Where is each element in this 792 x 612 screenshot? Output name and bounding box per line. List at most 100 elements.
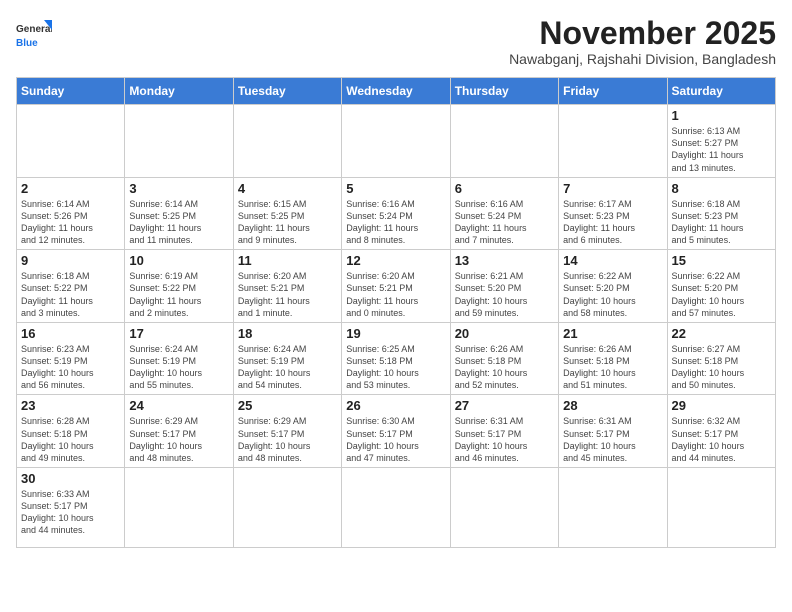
calendar-cell: 4 Sunrise: 6:15 AM Sunset: 5:25 PM Daylig… xyxy=(233,177,341,250)
calendar-cell: 11Sunrise: 6:20 AM Sunset: 5:21 PM Dayli… xyxy=(233,250,341,323)
day-info: Sunrise: 6:21 AM Sunset: 5:20 PM Dayligh… xyxy=(455,270,554,319)
calendar-cell: 18 Sunrise: 6:24 AM Sunset: 5:19 PM Dayli… xyxy=(233,322,341,395)
day-info: Sunrise: 6:23 AM Sunset: 5:19 PM Dayligh… xyxy=(21,343,120,392)
calendar-cell: 2 Sunrise: 6:14 AM Sunset: 5:26 PM Daylig… xyxy=(17,177,125,250)
calendar-cell xyxy=(125,105,233,178)
calendar-cell: 13Sunrise: 6:21 AM Sunset: 5:20 PM Dayli… xyxy=(450,250,558,323)
calendar-cell: 23 Sunrise: 6:28 AM Sunset: 5:18 PM Dayli… xyxy=(17,395,125,468)
weekday-header-thursday: Thursday xyxy=(450,78,558,105)
calendar-cell xyxy=(17,105,125,178)
calendar-row: 16Sunrise: 6:23 AM Sunset: 5:19 PM Dayli… xyxy=(17,322,776,395)
day-info: Sunrise: 6:14 AM Sunset: 5:26 PM Dayligh… xyxy=(21,198,120,247)
day-info: Sunrise: 6:30 AM Sunset: 5:17 PM Dayligh… xyxy=(346,415,445,464)
day-info: Sunrise: 6:15 AM Sunset: 5:25 PM Dayligh… xyxy=(238,198,337,247)
calendar-cell: 1 Sunrise: 6:13 AM Sunset: 5:27 PM Daylig… xyxy=(667,105,775,178)
day-number: 28 xyxy=(563,398,662,413)
day-number: 18 xyxy=(238,326,337,341)
day-number: 9 xyxy=(21,253,120,268)
day-info: Sunrise: 6:32 AM Sunset: 5:17 PM Dayligh… xyxy=(672,415,771,464)
svg-text:Blue: Blue xyxy=(16,38,38,49)
day-number: 6 xyxy=(455,181,554,196)
day-info: Sunrise: 6:26 AM Sunset: 5:18 PM Dayligh… xyxy=(563,343,662,392)
day-number: 20 xyxy=(455,326,554,341)
calendar-cell: 22 Sunrise: 6:27 AM Sunset: 5:18 PM Dayli… xyxy=(667,322,775,395)
day-number: 30 xyxy=(21,471,120,486)
calendar-cell: 28 Sunrise: 6:31 AM Sunset: 5:17 PM Dayli… xyxy=(559,395,667,468)
day-number: 14 xyxy=(563,253,662,268)
calendar-cell: 26 Sunrise: 6:30 AM Sunset: 5:17 PM Dayli… xyxy=(342,395,450,468)
day-info: Sunrise: 6:24 AM Sunset: 5:19 PM Dayligh… xyxy=(129,343,228,392)
calendar-cell: 5 Sunrise: 6:16 AM Sunset: 5:24 PM Daylig… xyxy=(342,177,450,250)
location-subtitle: Nawabganj, Rajshahi Division, Bangladesh xyxy=(509,51,776,67)
calendar-cell: 15Sunrise: 6:22 AM Sunset: 5:20 PM Dayli… xyxy=(667,250,775,323)
day-info: Sunrise: 6:19 AM Sunset: 5:22 PM Dayligh… xyxy=(129,270,228,319)
calendar-cell: 3Sunrise: 6:14 AM Sunset: 5:25 PM Daylig… xyxy=(125,177,233,250)
day-info: Sunrise: 6:18 AM Sunset: 5:23 PM Dayligh… xyxy=(672,198,771,247)
day-number: 23 xyxy=(21,398,120,413)
day-info: Sunrise: 6:27 AM Sunset: 5:18 PM Dayligh… xyxy=(672,343,771,392)
calendar-row: 30Sunrise: 6:33 AM Sunset: 5:17 PM Dayli… xyxy=(17,468,776,548)
day-number: 29 xyxy=(672,398,771,413)
logo-container: General Blue xyxy=(16,16,52,52)
day-number: 12 xyxy=(346,253,445,268)
day-info: Sunrise: 6:16 AM Sunset: 5:24 PM Dayligh… xyxy=(346,198,445,247)
day-info: Sunrise: 6:22 AM Sunset: 5:20 PM Dayligh… xyxy=(672,270,771,319)
calendar-cell: 30Sunrise: 6:33 AM Sunset: 5:17 PM Dayli… xyxy=(17,468,125,548)
day-number: 27 xyxy=(455,398,554,413)
day-number: 4 xyxy=(238,181,337,196)
calendar-cell: 29 Sunrise: 6:32 AM Sunset: 5:17 PM Dayli… xyxy=(667,395,775,468)
day-info: Sunrise: 6:24 AM Sunset: 5:19 PM Dayligh… xyxy=(238,343,337,392)
calendar-cell: 20 Sunrise: 6:26 AM Sunset: 5:18 PM Dayli… xyxy=(450,322,558,395)
calendar-cell xyxy=(233,468,341,548)
day-info: Sunrise: 6:29 AM Sunset: 5:17 PM Dayligh… xyxy=(129,415,228,464)
day-number: 10 xyxy=(129,253,228,268)
day-info: Sunrise: 6:29 AM Sunset: 5:17 PM Dayligh… xyxy=(238,415,337,464)
calendar-row: 23 Sunrise: 6:28 AM Sunset: 5:18 PM Dayli… xyxy=(17,395,776,468)
day-number: 5 xyxy=(346,181,445,196)
calendar-cell: 14Sunrise: 6:22 AM Sunset: 5:20 PM Dayli… xyxy=(559,250,667,323)
calendar-cell: 17Sunrise: 6:24 AM Sunset: 5:19 PM Dayli… xyxy=(125,322,233,395)
calendar-cell: 25Sunrise: 6:29 AM Sunset: 5:17 PM Dayli… xyxy=(233,395,341,468)
day-number: 22 xyxy=(672,326,771,341)
calendar-cell xyxy=(125,468,233,548)
header: General Blue November 2025 Nawabganj, Ra… xyxy=(16,16,776,67)
day-info: Sunrise: 6:28 AM Sunset: 5:18 PM Dayligh… xyxy=(21,415,120,464)
day-info: Sunrise: 6:31 AM Sunset: 5:17 PM Dayligh… xyxy=(563,415,662,464)
calendar-row: 9Sunrise: 6:18 AM Sunset: 5:22 PM Daylig… xyxy=(17,250,776,323)
calendar-row: 1 Sunrise: 6:13 AM Sunset: 5:27 PM Daylig… xyxy=(17,105,776,178)
calendar-cell: 21 Sunrise: 6:26 AM Sunset: 5:18 PM Dayli… xyxy=(559,322,667,395)
calendar-cell xyxy=(233,105,341,178)
calendar-cell: 12 Sunrise: 6:20 AM Sunset: 5:21 PM Dayli… xyxy=(342,250,450,323)
calendar-cell: 24 Sunrise: 6:29 AM Sunset: 5:17 PM Dayli… xyxy=(125,395,233,468)
day-info: Sunrise: 6:17 AM Sunset: 5:23 PM Dayligh… xyxy=(563,198,662,247)
calendar-cell: 7 Sunrise: 6:17 AM Sunset: 5:23 PM Daylig… xyxy=(559,177,667,250)
day-number: 1 xyxy=(672,108,771,123)
day-info: Sunrise: 6:20 AM Sunset: 5:21 PM Dayligh… xyxy=(238,270,337,319)
day-number: 21 xyxy=(563,326,662,341)
day-info: Sunrise: 6:20 AM Sunset: 5:21 PM Dayligh… xyxy=(346,270,445,319)
day-info: Sunrise: 6:25 AM Sunset: 5:18 PM Dayligh… xyxy=(346,343,445,392)
month-title: November 2025 xyxy=(509,16,776,51)
calendar-cell xyxy=(342,468,450,548)
calendar-cell xyxy=(450,468,558,548)
calendar-cell: 27 Sunrise: 6:31 AM Sunset: 5:17 PM Dayli… xyxy=(450,395,558,468)
day-info: Sunrise: 6:26 AM Sunset: 5:18 PM Dayligh… xyxy=(455,343,554,392)
day-number: 19 xyxy=(346,326,445,341)
weekday-header-wednesday: Wednesday xyxy=(342,78,450,105)
day-number: 26 xyxy=(346,398,445,413)
weekday-header-friday: Friday xyxy=(559,78,667,105)
day-number: 8 xyxy=(672,181,771,196)
calendar-cell xyxy=(450,105,558,178)
calendar-cell: 9Sunrise: 6:18 AM Sunset: 5:22 PM Daylig… xyxy=(17,250,125,323)
calendar-cell: 8 Sunrise: 6:18 AM Sunset: 5:23 PM Daylig… xyxy=(667,177,775,250)
day-info: Sunrise: 6:13 AM Sunset: 5:27 PM Dayligh… xyxy=(672,125,771,174)
logo: General Blue xyxy=(16,16,52,52)
day-number: 24 xyxy=(129,398,228,413)
day-info: Sunrise: 6:14 AM Sunset: 5:25 PM Dayligh… xyxy=(129,198,228,247)
title-area: November 2025 Nawabganj, Rajshahi Divisi… xyxy=(509,16,776,67)
weekday-header-monday: Monday xyxy=(125,78,233,105)
day-number: 7 xyxy=(563,181,662,196)
day-info: Sunrise: 6:31 AM Sunset: 5:17 PM Dayligh… xyxy=(455,415,554,464)
day-number: 2 xyxy=(21,181,120,196)
weekday-header-saturday: Saturday xyxy=(667,78,775,105)
